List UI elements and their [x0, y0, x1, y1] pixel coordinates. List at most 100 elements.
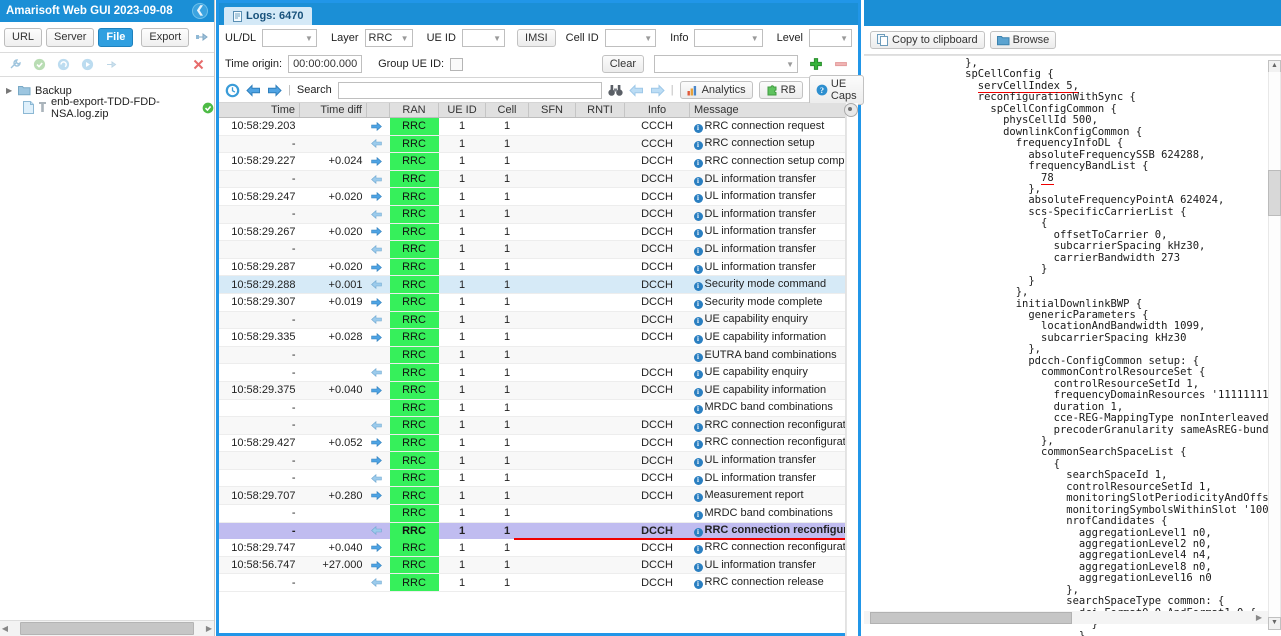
caret-right-icon[interactable]: ▶ — [6, 86, 14, 95]
table-row[interactable]: 10:58:29.707 +0.280 RRC 1 1 DCCH i Measurement … — [219, 486, 851, 506]
wrench-icon[interactable] — [7, 56, 24, 73]
close-icon[interactable] — [190, 56, 207, 73]
find-prev-icon[interactable] — [629, 83, 644, 97]
cell-rnti — [575, 293, 625, 312]
check-circle-icon[interactable] — [31, 56, 48, 73]
table-row[interactable]: -RRC11DCCHiRRC connection reconfiguratio… — [219, 416, 851, 435]
cell-info: DCCH — [624, 240, 690, 259]
tree-item-logfile[interactable]: enb-export-TDD-FDD-NSA.log.zip — [6, 96, 214, 120]
col-time[interactable]: Time — [219, 103, 300, 118]
col-sfn[interactable]: SFN — [528, 103, 576, 118]
col-info[interactable]: Info — [624, 103, 690, 118]
col-time-diff[interactable]: Time diff — [299, 103, 367, 118]
tab-logs[interactable]: Logs: 6470 — [223, 6, 314, 25]
clear-button[interactable]: Clear — [601, 55, 644, 73]
scroll-thumb[interactable] — [1268, 170, 1281, 216]
detail-horizontal-scrollbar[interactable]: ▶ — [864, 611, 1268, 624]
plus-icon[interactable] — [809, 57, 823, 71]
table-row[interactable]: 10:58:29.375 +0.040 RRC 1 1 DCCH i UE capabilit… — [219, 381, 851, 400]
table-row[interactable]: 10:58:29.427 +0.052 RRC 1 1 DCCH i RRC connecti… — [219, 434, 851, 453]
col-message[interactable]: Message — [689, 103, 851, 118]
group-ueid-checkbox[interactable] — [450, 57, 464, 71]
chevron-left-icon[interactable]: ❮ — [192, 3, 208, 19]
cell-direction — [366, 293, 390, 312]
table-row[interactable]: - RRC 1 1 DCCH i DL information transfer — [219, 205, 851, 224]
table-row[interactable]: 10:58:29.247 +0.020 RRC 1 1 DCCH i UL informati… — [219, 187, 851, 206]
table-row[interactable]: 10:58:29.335 +0.028 RRC 1 1 DCCH i UE capabilit… — [219, 328, 851, 347]
detail-vertical-scrollbar[interactable]: ▲ ▼ — [1268, 60, 1281, 630]
url-button[interactable]: URL — [4, 27, 43, 47]
scroll-track[interactable] — [1268, 72, 1281, 618]
table-row[interactable]: 10:58:56.747 +27.000 RRC 1 1 DCCH i UL informat… — [219, 556, 851, 575]
plug-icon[interactable] — [103, 56, 120, 73]
table-row[interactable]: 10:58:29.227 +0.024 RRC 1 1 DCCH i RRC connecti… — [219, 152, 851, 171]
table-row[interactable]: - RRC 1 1 i MRDC band combinations — [219, 399, 851, 418]
layer-select[interactable]: RRC ▼ — [364, 29, 413, 47]
caret-down-icon[interactable]: ▼ — [1268, 617, 1281, 630]
table-row[interactable]: - RRC 1 1 DCCH i UE capability enquiry — [219, 363, 851, 382]
table-row[interactable]: - RRC 1 1 DCCH i UE capability enquiry — [219, 311, 851, 330]
analytics-button[interactable]: Analytics — [679, 81, 753, 99]
col-ran[interactable]: RAN — [389, 103, 439, 118]
play-icon[interactable] — [79, 56, 96, 73]
cell-rnti — [575, 152, 625, 171]
cell-ueid: 1 — [438, 328, 486, 347]
info-select[interactable]: ▼ — [694, 29, 763, 47]
table-row[interactable]: - RRC 1 1 DCCH i DL information transfer — [219, 240, 851, 259]
ue-caps-button[interactable]: ? UE Caps — [808, 75, 864, 105]
scroll-track[interactable] — [846, 116, 858, 636]
scroll-right-icon[interactable]: ▶ — [1256, 613, 1268, 622]
table-row[interactable]: 10:58:29.267 +0.020 RRC 1 1 DCCH i UL informati… — [219, 223, 851, 242]
table-row[interactable]: 10:58:29.747 +0.040 RRC 1 1 DCCH i RRC connecti… — [219, 539, 851, 557]
rb-button[interactable]: RB — [758, 81, 803, 99]
find-next-icon[interactable] — [650, 83, 665, 97]
binoculars-icon[interactable] — [608, 84, 623, 97]
plug-icon[interactable] — [193, 29, 210, 46]
search-input[interactable] — [337, 81, 602, 99]
table-row[interactable]: - RRC 1 1 i MRDC band combinations — [219, 504, 851, 523]
log-vertical-scrollbar[interactable] — [844, 103, 858, 636]
table-row[interactable]: 10:58:29.203 RRC 1 1 CCCH i RRC connection req… — [219, 117, 851, 136]
export-button[interactable]: Export — [141, 27, 190, 47]
cell-cell: 1 — [485, 434, 529, 453]
asn1-viewer[interactable]: }, spCellConfig { servCellIndex 5, recon… — [864, 55, 1281, 636]
preset-select[interactable]: ▼ — [654, 55, 798, 73]
minus-icon[interactable] — [834, 57, 848, 71]
cellid-select[interactable]: ▼ — [604, 29, 657, 47]
imsi-button[interactable]: IMSI — [517, 29, 556, 47]
cell-direction — [366, 152, 390, 171]
copy-to-clipboard-button[interactable]: Copy to clipboard — [870, 31, 985, 49]
table-row[interactable]: - RRC 1 1 DCCH i RRC connection release — [219, 573, 851, 593]
table-row[interactable]: - RRC 1 1 DCCH i DL information transfer — [219, 469, 851, 488]
table-row[interactable]: -RRC11DCCHiRRC connection reconfiguratio… — [219, 522, 851, 540]
col-cell[interactable]: Cell — [485, 103, 529, 118]
refresh-icon[interactable] — [55, 56, 72, 73]
scroll-left-icon[interactable]: ◀ — [0, 624, 10, 633]
col-ueid[interactable]: UE ID — [438, 103, 486, 118]
uldl-select[interactable]: ▼ — [262, 29, 317, 47]
scroll-thumb[interactable] — [844, 103, 858, 117]
server-button[interactable]: Server — [46, 27, 95, 47]
scroll-thumb[interactable] — [20, 622, 194, 635]
time-origin-input[interactable]: 00:00:00.000 — [288, 55, 363, 73]
table-row[interactable]: - RRC 1 1 DCCH i DL information transfer — [219, 170, 851, 189]
clock-icon[interactable] — [225, 83, 240, 98]
cell-sfn — [528, 539, 576, 557]
level-select[interactable]: ▼ — [808, 29, 852, 47]
browse-button[interactable]: Browse — [989, 31, 1057, 49]
table-row[interactable]: 10:58:29.288 +0.001 RRC 1 1 DCCH i Security mod… — [219, 275, 851, 294]
table-row[interactable]: 10:58:29.307 +0.019 RRC 1 1 DCCH i Security mod… — [219, 293, 851, 312]
jump-next-icon[interactable] — [267, 83, 282, 97]
scroll-right-icon[interactable]: ▶ — [204, 624, 214, 633]
table-row[interactable]: 10:58:29.287 +0.020 RRC 1 1 DCCH i UL informati… — [219, 258, 851, 277]
table-row[interactable]: - RRC 1 1 i EUTRA band combinations — [219, 346, 851, 365]
col-rnti[interactable]: RNTI — [575, 103, 625, 118]
scroll-thumb[interactable] — [870, 611, 1072, 624]
left-horizontal-scrollbar[interactable]: ◀ ▶ — [0, 620, 214, 636]
table-row[interactable]: - RRC 1 1 DCCH i UL information transfer — [219, 451, 851, 470]
file-button[interactable]: File — [98, 27, 134, 47]
col-direction[interactable] — [366, 103, 390, 118]
jump-prev-icon[interactable] — [246, 83, 261, 97]
table-row[interactable]: - RRC 1 1 CCCH i RRC connection setup — [219, 135, 851, 154]
ueid-select[interactable]: ▼ — [461, 29, 506, 47]
